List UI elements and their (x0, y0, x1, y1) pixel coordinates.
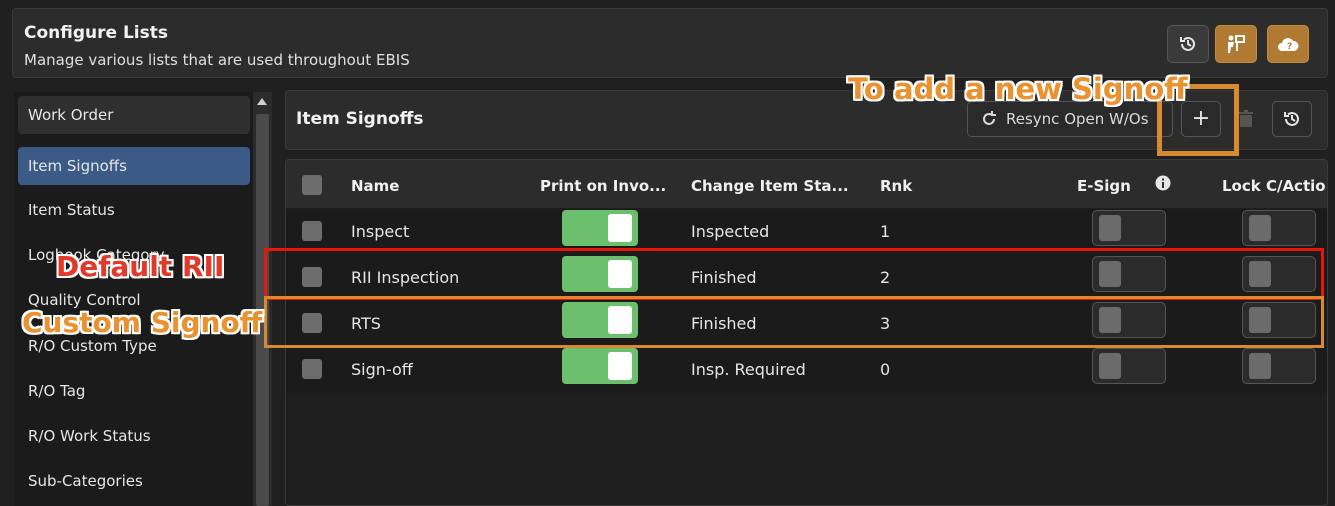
sidebar-item-label: R/O Tag (28, 382, 86, 400)
cloud-help-button[interactable]: ? (1267, 25, 1309, 63)
history-button[interactable] (1167, 25, 1209, 63)
page-subtitle: Manage various lists that are used throu… (24, 51, 410, 69)
sidebar-item-label: Item Status (28, 201, 115, 219)
column-header-rnk[interactable]: Rnk (880, 177, 912, 195)
page-title: Configure Lists (24, 23, 168, 43)
resync-open-wos-button[interactable]: Resync Open W/Os (967, 101, 1173, 137)
custom-signoff-highlight-box (264, 296, 1324, 348)
panel-title: Item Signoffs (296, 109, 424, 129)
history-icon (1180, 36, 1195, 51)
annotation-default-rii: Default RII (56, 250, 225, 283)
sidebar-item-label: Work Order (28, 106, 114, 124)
svg-text:?: ? (1287, 42, 1292, 52)
esign-toggle[interactable] (1092, 348, 1166, 384)
history-icon (1284, 111, 1299, 126)
select-all-checkbox[interactable] (302, 175, 322, 195)
column-header-change-item-status[interactable]: Change Item Sta... (691, 177, 849, 195)
sidebar-item-sub-categories[interactable]: Sub-Categories (18, 462, 250, 500)
sidebar-item-ro-work-status[interactable]: R/O Work Status (18, 417, 250, 455)
row-checkbox[interactable] (302, 359, 322, 379)
sidebar-item-ro-tag[interactable]: R/O Tag (18, 372, 250, 410)
table-row[interactable]: Sign-off Insp. Required 0 (286, 347, 1327, 393)
sidebar-item-label: R/O Work Status (28, 427, 151, 445)
sidebar-item-item-signoffs[interactable]: Item Signoffs (18, 147, 250, 185)
column-header-name[interactable]: Name (351, 177, 399, 195)
refresh-icon (983, 111, 996, 125)
person-sign-icon (1228, 35, 1245, 53)
table-header: Name Print on Invo... Change Item Sta...… (286, 160, 1327, 208)
default-rii-highlight-box (264, 248, 1324, 300)
row-rnk: 1 (880, 222, 891, 241)
sidebar-item-label: Item Signoffs (28, 157, 127, 175)
row-change-item-status: Insp. Required (691, 360, 806, 379)
annotation-custom-signoff: Custom Signoff (22, 306, 263, 339)
sidebar-item-label: R/O Custom Type (28, 337, 157, 355)
row-rnk: 0 (880, 360, 891, 379)
row-name: Inspect (351, 222, 410, 241)
signoff-person-button[interactable] (1215, 25, 1257, 63)
trash-icon (1239, 110, 1253, 127)
column-header-esign[interactable]: E-Sign (1077, 177, 1131, 195)
annotation-add-new-signoff: To add a new Signoff (848, 72, 1188, 106)
print-on-invoice-toggle[interactable] (562, 210, 638, 246)
sidebar-item-work-order[interactable]: Work Order (18, 96, 250, 134)
row-checkbox[interactable] (302, 221, 322, 241)
panel-history-button[interactable] (1272, 101, 1312, 137)
sidebar-item-label: Sub-Categories (28, 472, 143, 490)
row-change-item-status: Inspected (691, 222, 770, 241)
lock-c-action-toggle[interactable] (1242, 210, 1316, 246)
page-header: Configure Lists Manage various lists tha… (12, 8, 1328, 78)
resync-label: Resync Open W/Os (1006, 110, 1149, 128)
print-on-invoice-toggle[interactable] (562, 348, 638, 384)
scroll-up-arrow-icon[interactable] (257, 98, 267, 105)
row-name: Sign-off (351, 360, 413, 379)
sidebar-item-item-status[interactable]: Item Status (18, 191, 250, 229)
cloud-help-icon: ? (1278, 38, 1299, 52)
column-header-lock-c-action[interactable]: Lock C/Actio (1222, 177, 1326, 195)
list-sidebar: Work Order Item Signoffs Item Status Log… (14, 92, 272, 506)
info-icon[interactable] (1155, 175, 1171, 191)
esign-toggle[interactable] (1092, 210, 1166, 246)
lock-c-action-toggle[interactable] (1242, 348, 1316, 384)
column-header-print-on-invoice[interactable]: Print on Invo... (540, 177, 666, 195)
